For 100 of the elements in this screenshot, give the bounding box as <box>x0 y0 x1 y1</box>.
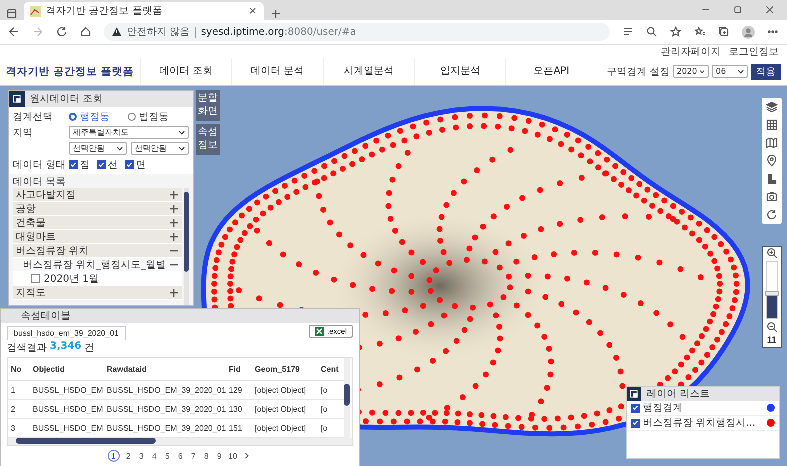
year-select[interactable]: 2020 <box>673 65 709 78</box>
grid-icon[interactable] <box>766 119 778 131</box>
page-button[interactable]: 6 <box>176 450 185 462</box>
result-unit: 건 <box>84 342 95 355</box>
plus-icon[interactable] <box>170 204 178 212</box>
zoom-icon[interactable] <box>646 26 658 38</box>
browser-tab[interactable]: 격자기반 공간정보 플랫폼 <box>24 2 264 20</box>
collections-icon[interactable] <box>718 26 730 38</box>
radio-option[interactable]: 행정동 <box>69 110 110 124</box>
site-logo[interactable]: 격자기반 공간정보 플랫폼 <box>0 64 140 78</box>
new-tab-icon[interactable] <box>270 8 282 20</box>
radio-button[interactable] <box>128 112 136 120</box>
result-label: 검색결과 <box>7 342 47 355</box>
plus-icon[interactable] <box>170 218 178 226</box>
camera-icon[interactable] <box>766 191 778 203</box>
checkbox[interactable] <box>631 418 640 428</box>
side-button[interactable]: 분할 화면 <box>196 90 220 121</box>
zoom-in-icon[interactable] <box>766 247 778 259</box>
checkbox[interactable] <box>97 160 106 169</box>
table-tab[interactable]: bussl_hsdo_em_39_2020_01 <box>7 326 126 340</box>
list-item-label[interactable]: 지적도 <box>16 286 46 300</box>
nav-menu-item[interactable]: 데이터 분석 <box>231 58 323 85</box>
checkbox[interactable] <box>631 404 640 412</box>
scrollbar[interactable] <box>184 188 189 305</box>
page-button[interactable]: 5 <box>164 450 172 462</box>
checkbox[interactable] <box>125 160 134 169</box>
address-field[interactable]: 안전하지 않음 syesd.iptime.org:8080/user/#a <box>104 23 610 41</box>
section-title: 데이터 목록 <box>12 176 68 188</box>
scrollbar[interactable] <box>8 438 352 445</box>
region-select[interactable]: 제주특별자치도 <box>69 126 189 139</box>
nav-menu-item[interactable]: 오픈API <box>505 58 597 85</box>
window-icon <box>12 94 22 104</box>
home-icon[interactable] <box>80 26 92 38</box>
checkbox[interactable] <box>31 274 40 283</box>
refresh-icon[interactable] <box>766 209 778 221</box>
profile-avatar[interactable] <box>742 26 755 38</box>
plus-icon[interactable] <box>170 190 178 198</box>
header-link[interactable]: 관리자페이지 <box>661 44 721 58</box>
table-cell: BUSSL_HSDO_EM_39_2020_01 <box>104 418 226 438</box>
caret-icon <box>117 146 123 150</box>
star-icon[interactable] <box>670 26 682 38</box>
plus-icon[interactable] <box>170 288 178 296</box>
table-cell: [object Object] <box>252 418 318 438</box>
panel-title: 속성테이블 <box>21 310 71 323</box>
checkbox-label: 면 <box>136 158 146 172</box>
reader-icon[interactable] <box>622 26 634 38</box>
table-cell: 2 <box>8 400 30 418</box>
list-item-label[interactable]: 공항 <box>16 202 36 216</box>
scrollbar[interactable] <box>344 358 350 438</box>
location-pin-icon[interactable] <box>766 155 778 167</box>
result-count: 3,346 <box>50 341 82 354</box>
page-button[interactable]: 8 <box>202 450 211 462</box>
month-select[interactable]: 06 <box>712 65 748 78</box>
column-header: Rawdataid <box>104 358 226 380</box>
zoom-out-icon[interactable] <box>766 321 778 333</box>
page-button[interactable]: 4 <box>150 450 159 462</box>
subregion-select[interactable]: 선택안됨 <box>131 142 189 155</box>
table-cell: 130 <box>226 400 252 418</box>
subregion-select[interactable]: 선택안됨 <box>69 142 127 155</box>
refresh-icon[interactable] <box>56 26 68 38</box>
panel-title: 원시데이터 조회 <box>30 93 104 106</box>
nav-menu-item[interactable]: 입지분석 <box>414 58 506 85</box>
plus-icon[interactable] <box>170 232 178 240</box>
table-cell: BUSSL_HSDO_EM <box>30 380 104 400</box>
radio-button[interactable] <box>69 112 77 120</box>
back-icon[interactable] <box>8 26 20 38</box>
nav-menu-item[interactable]: 데이터 조회 <box>140 58 232 85</box>
table-cell: [object Object] <box>252 400 318 418</box>
column-header: Geom_5179 <box>252 358 318 380</box>
page-button[interactable]: 2 <box>124 450 133 462</box>
slider-thumb[interactable] <box>765 291 779 296</box>
side-button[interactable]: 속성 정보 <box>196 124 220 155</box>
tab-overview-icon[interactable] <box>6 8 18 20</box>
checkbox[interactable] <box>69 160 78 169</box>
nav-menu-item[interactable]: 시계열분석 <box>322 58 414 85</box>
header-link[interactable]: 로그인정보 <box>729 44 779 58</box>
table-cell: [o <box>318 400 344 418</box>
page-button[interactable]: 1 <box>108 450 120 462</box>
close-icon[interactable] <box>248 6 258 16</box>
map-icon[interactable] <box>766 137 778 149</box>
page-button[interactable]: 7 <box>190 450 198 462</box>
page-button[interactable]: 10 <box>228 450 238 462</box>
layers-icon[interactable] <box>766 101 778 113</box>
map-favicon-icon <box>30 6 41 16</box>
list-item-label[interactable]: 버스정류장 위치_행정시도_월별 <box>23 258 166 272</box>
favorites-icon[interactable] <box>694 26 706 38</box>
table-cell: [o <box>318 418 344 438</box>
caret-icon <box>179 130 185 134</box>
checkbox-label: 점 <box>80 158 90 172</box>
field-label: 지역 <box>13 126 34 140</box>
radio-option[interactable]: 법정동 <box>128 110 169 124</box>
list-item-label[interactable]: 건축물 <box>16 216 46 230</box>
field-label: 경계선택 <box>13 110 54 124</box>
apply-button[interactable]: 적용 <box>751 64 781 80</box>
zoom-slider[interactable] <box>766 261 778 319</box>
caret-icon <box>738 70 744 74</box>
page-button[interactable]: 9 <box>216 450 224 462</box>
maximize-icon[interactable] <box>733 5 743 15</box>
page-button[interactable]: 3 <box>138 450 146 462</box>
close-icon[interactable] <box>765 5 775 15</box>
